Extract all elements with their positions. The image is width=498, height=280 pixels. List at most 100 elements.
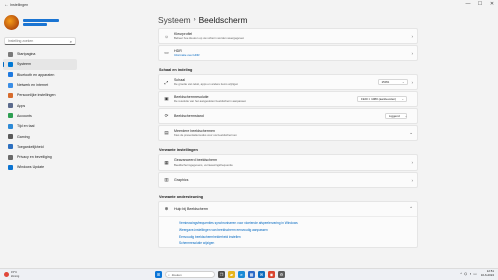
breadcrumb-parent[interactable]: Systeem: [158, 15, 191, 25]
chevron-down-icon: ⌄: [401, 80, 405, 84]
user-email-redacted: [23, 22, 47, 26]
nav-icon: [8, 154, 13, 160]
volume-icon[interactable]: ◖: [469, 272, 471, 276]
weather-widget[interactable]: 15°C Zonnig: [0, 271, 80, 278]
nav-icon: [8, 82, 13, 88]
avatar: [4, 14, 19, 30]
nav-icon: [8, 144, 13, 150]
sidebar-nav: Startpagina Systeem Bluetooth en apparaten…: [0, 49, 80, 173]
multiple-displays-card[interactable]: ▤ Meerdere beeldschermen Kies de presenta…: [158, 125, 418, 141]
sidebar-item-label: Persoonlijke instellingen: [17, 93, 56, 98]
chevron-down-icon: ⌄: [404, 114, 408, 118]
nav-icon: [8, 164, 13, 170]
network-icon[interactable]: ⌬: [464, 272, 467, 276]
minimize-button[interactable]: —: [462, 0, 474, 9]
nav-icon: [8, 92, 13, 98]
search-icon: ⌕: [168, 272, 170, 277]
sidebar-item-label: Startpagina: [17, 52, 36, 57]
weather-desc: Zonnig: [11, 274, 20, 278]
sidebar-item-gaming[interactable]: Gaming: [3, 131, 77, 141]
nav-icon: [8, 134, 13, 140]
globe-icon: ⊕: [164, 206, 169, 211]
sidebar-item-label: Bluetooth en apparaten: [17, 72, 55, 77]
chevron-right-icon: ›: [411, 33, 414, 39]
maximize-button[interactable]: ☐: [474, 0, 486, 9]
resolution-dropdown[interactable]: 1920 × 1080 (aanbevolen) ⌄: [357, 95, 407, 103]
clock-date: 16-6-2024: [480, 272, 494, 277]
mail-icon[interactable]: ✉: [258, 271, 265, 278]
help-links: Vernieuwingsfrequenties synchroniseren v…: [159, 217, 417, 247]
sidebar-item-label: Windows Update: [17, 165, 45, 170]
scale-icon: ⤢: [164, 79, 169, 85]
sidebar-item-label: Systeem: [17, 62, 31, 67]
main-content: Systeem › Beeldscherm ☼ Kleurprofiel Behe…: [158, 10, 418, 249]
sidebar-item-label: Gaming: [17, 134, 30, 139]
sidebar-item-privacy-en-beveiliging[interactable]: Privacy en beveiliging: [3, 152, 77, 162]
help-link[interactable]: Schermresolutie wijzigen: [179, 240, 417, 247]
user-profile[interactable]: [0, 10, 80, 34]
hdr-info-link[interactable]: Informatie over HDR: [174, 53, 408, 57]
sidebar-item-label: Privacy en beveiliging: [17, 155, 52, 160]
tray-overflow-icon[interactable]: ^: [460, 272, 462, 276]
orientation-dropdown[interactable]: Liggend ⌄: [385, 112, 408, 120]
chevron-right-icon: ›: [411, 177, 414, 183]
sidebar-item-label: Netwerk en internet: [17, 83, 49, 88]
nav-icon: [8, 103, 13, 109]
settings-icon[interactable]: ⚙: [278, 271, 285, 278]
multiple-displays-icon: ▤: [164, 130, 169, 135]
sidebar-item-label: Toegankelijkheid: [17, 144, 44, 149]
sidebar-item-label: Accounts: [17, 113, 32, 118]
sidebar-item-netwerk-en-internet[interactable]: Netwerk en internet: [3, 80, 77, 90]
clock[interactable]: 12:51 16-6-2024: [480, 269, 494, 277]
taskbar-search-input[interactable]: ⌕ Zoeken: [165, 271, 215, 278]
file-explorer-icon[interactable]: ▰: [228, 271, 235, 278]
sidebar-item-persoonlijke-instellingen[interactable]: Persoonlijke instellingen: [3, 90, 77, 100]
help-link[interactable]: Vernieuwingsfrequenties synchroniseren v…: [179, 220, 417, 227]
resolution-card[interactable]: ▣ Beeldschermresolutie De resolutie van h…: [158, 91, 418, 107]
orientation-card[interactable]: ⟳ Beeldschermstand Liggend ⌄: [158, 108, 418, 124]
edge-icon[interactable]: e: [238, 271, 245, 278]
scale-dropdown[interactable]: 150% ⌄: [377, 78, 408, 86]
help-link[interactable]: Eenvoudig beeldschermhelderheid instelle…: [179, 234, 417, 241]
sidebar-item-toegankelijkheid[interactable]: Toegankelijkheid: [3, 142, 77, 152]
battery-icon[interactable]: ▭: [473, 272, 476, 276]
color-profile-card[interactable]: ☼ Kleurprofiel Beheer hoe kleuren op uw s…: [158, 28, 418, 44]
start-icon[interactable]: ⊞: [155, 271, 162, 278]
section-scale-layout: Schaal en indeling: [159, 68, 193, 72]
scale-card[interactable]: ⤢ Schaal De grootte van tekst, apps en an…: [158, 74, 418, 90]
settings-search-input[interactable]: Instelling zoeken ⌕: [4, 37, 76, 45]
page-title: Systeem › Beeldscherm: [158, 12, 418, 28]
chevron-right-icon: ›: [411, 79, 414, 85]
advanced-display-icon: ▦: [164, 159, 169, 165]
store-icon[interactable]: ▦: [248, 271, 255, 278]
graphics-card[interactable]: ▥ Graphics ›: [158, 172, 418, 188]
section-related-support: Verwante ondersteuning: [159, 195, 204, 199]
orientation-icon: ⟳: [164, 113, 169, 118]
advanced-display-card[interactable]: ▦ Geavanceerd beeldscherm Beeldschermgege…: [158, 154, 418, 171]
user-name-redacted: [23, 18, 59, 22]
display-help-header[interactable]: ⊕ Hulp bij Beeldscherm ⌃: [159, 202, 417, 217]
breadcrumb-separator: ›: [193, 17, 196, 23]
sidebar-item-tijd-en-taal[interactable]: Tijd en taal: [3, 121, 77, 131]
title-bar: ← Instellingen: [0, 0, 498, 10]
help-link[interactable]: Weergave-instellingen van beeldscherm ee…: [179, 227, 417, 234]
search-placeholder: Instelling zoeken: [8, 39, 34, 43]
hdr-icon: ▭: [164, 50, 169, 55]
sidebar-item-apps[interactable]: Apps: [3, 100, 77, 110]
sidebar-item-label: Apps: [17, 103, 26, 108]
chevron-down-icon: ⌄: [401, 97, 404, 101]
sidebar-item-windows-update[interactable]: Windows Update: [3, 162, 77, 172]
chrome-icon[interactable]: ◉: [268, 271, 275, 278]
sidebar-item-systeem[interactable]: Systeem: [3, 59, 77, 70]
chevron-right-icon: ›: [411, 160, 414, 165]
search-icon: ⌕: [69, 38, 72, 44]
close-button[interactable]: ✕: [486, 0, 498, 9]
settings-window: ← Instellingen — ☐ ✕ Instelling zoeken ⌕…: [0, 0, 498, 268]
sidebar-item-bluetooth-en-apparaten[interactable]: Bluetooth en apparaten: [3, 70, 77, 80]
resolution-icon: ▣: [164, 96, 169, 101]
sidebar-item-accounts[interactable]: Accounts: [3, 111, 77, 121]
task-view-icon[interactable]: ❐: [218, 271, 225, 278]
hdr-card[interactable]: ▭ HDR Informatie over HDR ›: [158, 45, 418, 61]
sidebar-item-startpagina[interactable]: Startpagina: [3, 49, 77, 59]
chevron-right-icon: ›: [411, 50, 414, 56]
